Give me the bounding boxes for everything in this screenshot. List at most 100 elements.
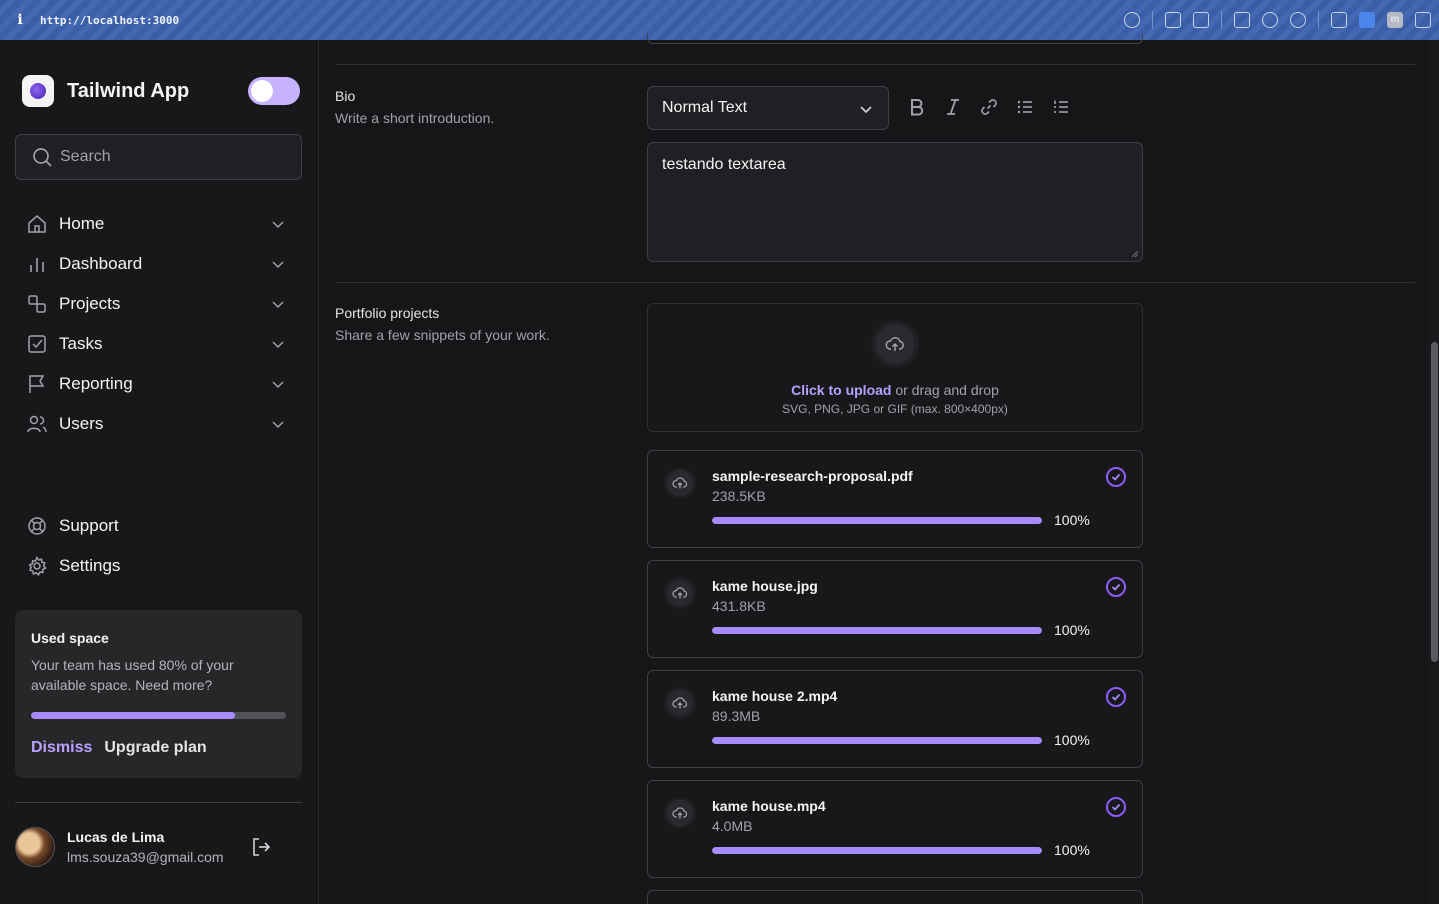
- nav-label: Projects: [59, 294, 121, 313]
- terminal-icon[interactable]: [1234, 12, 1250, 28]
- previous-field-edge: [647, 34, 1143, 44]
- chevron-down-icon[interactable]: [270, 416, 286, 432]
- bar-chart-icon: [30, 258, 44, 272]
- nav-item-home[interactable]: Home: [15, 204, 302, 244]
- used-space-card: Used space Your team has used 80% of you…: [15, 610, 302, 778]
- squares-icon: [28, 295, 46, 313]
- globe-icon[interactable]: [1262, 12, 1278, 28]
- nav-item-tasks[interactable]: Tasks: [15, 324, 302, 364]
- checkmark-circle-icon[interactable]: [1106, 577, 1126, 597]
- brand[interactable]: Tailwind App: [22, 75, 189, 107]
- search-box[interactable]: [15, 134, 302, 180]
- used-space-description: Your team has used 80% of your available…: [31, 657, 234, 693]
- avatar[interactable]: [15, 827, 55, 867]
- site-info-icon[interactable]: i: [0, 12, 40, 28]
- upload-cloud-icon: [871, 320, 919, 368]
- m-extension-icon[interactable]: m: [1387, 12, 1403, 28]
- click-to-upload-link[interactable]: Click to upload: [791, 382, 891, 398]
- lifebuoy-icon: [28, 517, 46, 535]
- section-divider: [335, 282, 1415, 283]
- nav-label: Reporting: [59, 374, 133, 393]
- browser-extensions: m: [1124, 0, 1431, 40]
- bullet-list-icon[interactable]: [1017, 98, 1033, 116]
- used-space-progress: [31, 712, 286, 719]
- main-content: Bio Write a short introduction. Normal T…: [320, 34, 1428, 904]
- text-style-value: Normal Text: [662, 99, 748, 116]
- chevron-down-icon[interactable]: [270, 216, 286, 232]
- gear-icon: [28, 556, 47, 576]
- chevron-down-icon[interactable]: [270, 336, 286, 352]
- crosshair-icon[interactable]: [1290, 12, 1306, 28]
- upload-cloud-icon: [664, 577, 696, 609]
- logout-icon[interactable]: [251, 837, 271, 857]
- italic-icon[interactable]: [946, 98, 960, 116]
- toggle-knob: [251, 80, 273, 102]
- file-dropzone[interactable]: Click to upload or drag and drop SVG, PN…: [647, 303, 1143, 432]
- nav-item-projects[interactable]: Projects: [15, 284, 302, 324]
- used-space-progress-fill: [31, 712, 235, 719]
- users-icon: [27, 415, 47, 433]
- nav-item-dashboard[interactable]: Dashboard: [15, 244, 302, 284]
- home-icon: [28, 215, 46, 233]
- file-size: 238.5KB: [712, 488, 766, 504]
- extension-puzzle-icon[interactable]: [1331, 12, 1347, 28]
- bio-subtitle: Write a short introduction.: [335, 110, 495, 126]
- link-icon[interactable]: [980, 98, 998, 116]
- nav-label: Support: [59, 516, 119, 535]
- checkmark-circle-icon[interactable]: [1106, 797, 1126, 817]
- theme-toggle[interactable]: [248, 77, 300, 105]
- toolbar-divider: [1221, 11, 1222, 29]
- nav-item-support[interactable]: Support: [15, 506, 302, 546]
- sidebar: Tailwind App Home Dashboard Projects Tas…: [0, 40, 319, 904]
- camera-icon[interactable]: [1193, 12, 1209, 28]
- resize-handle-icon[interactable]: [1131, 250, 1139, 258]
- bold-icon[interactable]: [910, 98, 924, 116]
- file-name: sample-research-proposal.pdf: [712, 468, 913, 484]
- portfolio-subtitle: Share a few snippets of your work.: [335, 327, 550, 343]
- checkmark-circle-icon[interactable]: [1106, 467, 1126, 487]
- upgrade-plan-button[interactable]: Upgrade plan: [104, 739, 206, 757]
- link-icon[interactable]: [1124, 12, 1140, 28]
- toolbar-divider: [1152, 11, 1153, 29]
- chevron-down-icon[interactable]: [270, 376, 286, 392]
- scrollbar-thumb[interactable]: [1431, 342, 1438, 662]
- translate-icon[interactable]: [1359, 12, 1375, 28]
- nav-label: Dashboard: [59, 254, 143, 273]
- upload-progress-bar: [712, 847, 1042, 854]
- sidebar-toggle-icon[interactable]: [1415, 12, 1431, 28]
- section-divider: [335, 64, 1415, 65]
- address-bar[interactable]: http://localhost:3000: [40, 14, 179, 27]
- upload-progress-fill: [712, 847, 1042, 854]
- search-input[interactable]: [60, 148, 260, 166]
- file-name: kame house.mp4: [712, 798, 826, 814]
- upload-progress-fill: [712, 737, 1042, 744]
- secondary-nav: Support Settings: [15, 506, 302, 586]
- app-name: Tailwind App: [67, 79, 190, 102]
- checkmark-circle-icon[interactable]: [1106, 687, 1126, 707]
- upload-progress-percent: 100%: [1054, 512, 1090, 528]
- search-icon: [33, 148, 52, 167]
- nav-item-reporting[interactable]: Reporting: [15, 364, 302, 404]
- chevron-down-icon[interactable]: [270, 296, 286, 312]
- app-logo: [22, 75, 54, 107]
- bio-textarea[interactable]: testando textarea: [647, 142, 1143, 262]
- upload-progress-percent: 100%: [1054, 622, 1090, 638]
- upload-hint: SVG, PNG, JPG or GIF (max. 800×400px): [782, 402, 1008, 416]
- used-space-title: Used space: [31, 630, 109, 646]
- main-nav: Home Dashboard Projects Tasks Reporting …: [15, 204, 302, 444]
- uploaded-file-item: kame house.mp4 4.0MB 100%: [647, 780, 1143, 878]
- numbered-list-icon[interactable]: [1053, 98, 1069, 116]
- text-style-select[interactable]: Normal Text: [647, 86, 889, 130]
- screenshot-icon[interactable]: [1165, 12, 1181, 28]
- user-profile: Lucas de Lima lms.souza39@gmail.com: [15, 827, 302, 867]
- nav-item-settings[interactable]: Settings: [15, 546, 302, 586]
- toolbar-divider: [1318, 11, 1319, 29]
- upload-instructions: Click to upload or drag and drop: [648, 382, 1142, 398]
- dismiss-button[interactable]: Dismiss: [31, 739, 92, 757]
- chevron-down-icon[interactable]: [270, 256, 286, 272]
- uploaded-file-item-partial: [647, 890, 1143, 904]
- nav-label: Settings: [59, 556, 121, 575]
- nav-label: Home: [59, 214, 105, 233]
- nav-item-users[interactable]: Users: [15, 404, 302, 444]
- upload-progress-fill: [712, 517, 1042, 524]
